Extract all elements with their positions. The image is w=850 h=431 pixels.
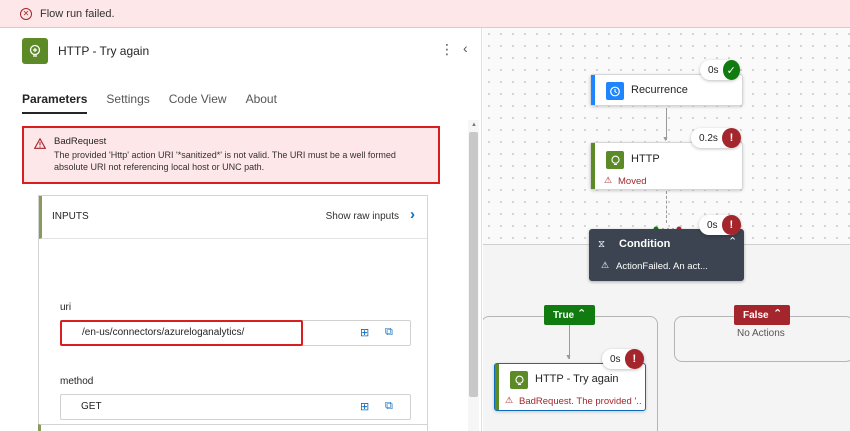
http-status: 0.2s ! xyxy=(691,128,741,148)
uri-value-field[interactable]: /en-us/connectors/azureloganalytics/ xyxy=(60,320,303,346)
panel-title: HTTP - Try again xyxy=(58,44,150,58)
failed-exclamation-icon: ! xyxy=(721,215,741,235)
http-action-icon xyxy=(606,151,624,169)
true-branch-pill[interactable]: True ⌃ xyxy=(544,305,595,325)
method-label: method xyxy=(60,376,94,387)
condition-status: 0s ! xyxy=(699,215,741,235)
condition-duration: 0s xyxy=(707,219,718,231)
warning-icon: ⚠ xyxy=(604,175,613,185)
scroll-up-icon[interactable]: ▲ xyxy=(471,122,477,128)
http-try-again-title: HTTP - Try again xyxy=(535,373,619,385)
http-duration: 0.2s xyxy=(699,132,718,144)
failed-exclamation-icon: ! xyxy=(721,128,741,148)
warning-icon: ⚠ xyxy=(505,395,514,405)
error-title: BadRequest xyxy=(54,136,107,147)
inputs-header: INPUTS Show raw inputs › xyxy=(39,196,427,239)
uri-value: /en-us/connectors/azureloganalytics/ xyxy=(82,327,245,338)
false-branch-label: False xyxy=(743,309,769,321)
banner-text: Flow run failed. xyxy=(40,7,115,20)
clock-icon xyxy=(606,82,624,100)
recurrence-duration: 0s xyxy=(708,64,719,76)
table-view-icon[interactable]: ⊞ xyxy=(360,326,369,339)
condition-icon: ⧖ xyxy=(598,239,606,250)
error-text: The provided 'Http' action URI '*sanitiz… xyxy=(54,150,396,172)
recurrence-status: 0s ✓ xyxy=(700,60,740,80)
tab-settings[interactable]: Settings xyxy=(106,92,149,114)
method-value: GET xyxy=(81,401,102,412)
http-try-again-status: 0s ! xyxy=(602,349,644,369)
designer-canvas[interactable]: ▼ ▼ Recurrence 0s ✓ HTTP ⚠ Moved 0.2s ! … xyxy=(483,28,850,431)
action-details-panel: HTTP - Try again ⋮ ‹ Parameters Settings… xyxy=(0,28,482,431)
error-circle-icon: ✕ xyxy=(20,7,32,20)
chevron-up-icon[interactable]: ⌃ xyxy=(728,235,737,248)
error-message-box: BadRequest The provided 'Http' action UR… xyxy=(22,126,440,184)
no-actions-text: No Actions xyxy=(737,328,785,339)
recurrence-title: Recurrence xyxy=(631,84,688,96)
http-try-again-node[interactable]: HTTP - Try again ⚠ BadRequest. The provi… xyxy=(494,363,646,411)
condition-title: Condition xyxy=(619,238,671,250)
outputs-card xyxy=(38,424,428,431)
chevron-up-icon[interactable]: ⌃ xyxy=(577,307,586,320)
condition-node[interactable]: ⧖ Condition ⌃ ⚠ ActionFailed. An act... xyxy=(589,229,744,281)
http-try-again-status-text: BadRequest. The provided '... xyxy=(519,396,641,407)
method-value-field[interactable]: GET xyxy=(60,394,411,420)
http-node[interactable]: HTTP ⚠ Moved xyxy=(590,142,743,190)
tab-code-view[interactable]: Code View xyxy=(169,92,227,114)
true-branch-label: True xyxy=(553,309,575,321)
warning-icon xyxy=(34,138,46,149)
warning-icon: ⚠ xyxy=(601,260,610,270)
http-try-again-duration: 0s xyxy=(610,353,621,365)
inputs-label: INPUTS xyxy=(52,211,89,222)
scrollbar-thumb[interactable] xyxy=(469,132,478,397)
chevron-up-icon[interactable]: ⌃ xyxy=(773,307,782,320)
table-view-icon[interactable]: ⊞ xyxy=(360,400,369,413)
tab-about[interactable]: About xyxy=(246,92,277,114)
http-action-icon xyxy=(510,371,528,389)
failed-exclamation-icon: ! xyxy=(624,349,644,369)
http-status-text: Moved xyxy=(618,176,647,187)
success-check-icon: ✓ xyxy=(722,60,740,80)
uri-label: uri xyxy=(60,302,72,313)
collapse-panel-icon[interactable]: ‹ xyxy=(463,40,468,56)
http-action-icon xyxy=(22,38,48,64)
show-raw-inputs-link[interactable]: Show raw inputs xyxy=(326,211,399,222)
tab-parameters[interactable]: Parameters xyxy=(22,92,88,114)
panel-tabs: Parameters Settings Code View About xyxy=(22,92,296,114)
copy-icon[interactable]: ⧉ xyxy=(385,400,393,413)
chevron-right-icon[interactable]: › xyxy=(410,206,415,223)
false-branch-pill[interactable]: False ⌃ xyxy=(734,305,790,325)
condition-status-text: ActionFailed. An act... xyxy=(616,261,708,272)
inputs-card: INPUTS Show raw inputs › uri /en-us/conn… xyxy=(38,195,428,431)
http-title: HTTP xyxy=(631,153,660,165)
arrow-down-icon: ▼ xyxy=(565,354,572,361)
panel-header: HTTP - Try again xyxy=(22,38,149,64)
more-options-icon[interactable]: ⋮ xyxy=(440,42,454,56)
copy-icon[interactable]: ⧉ xyxy=(385,326,393,339)
run-after-dots xyxy=(653,219,683,232)
flow-status-banner: ✕ Flow run failed. xyxy=(0,0,850,28)
